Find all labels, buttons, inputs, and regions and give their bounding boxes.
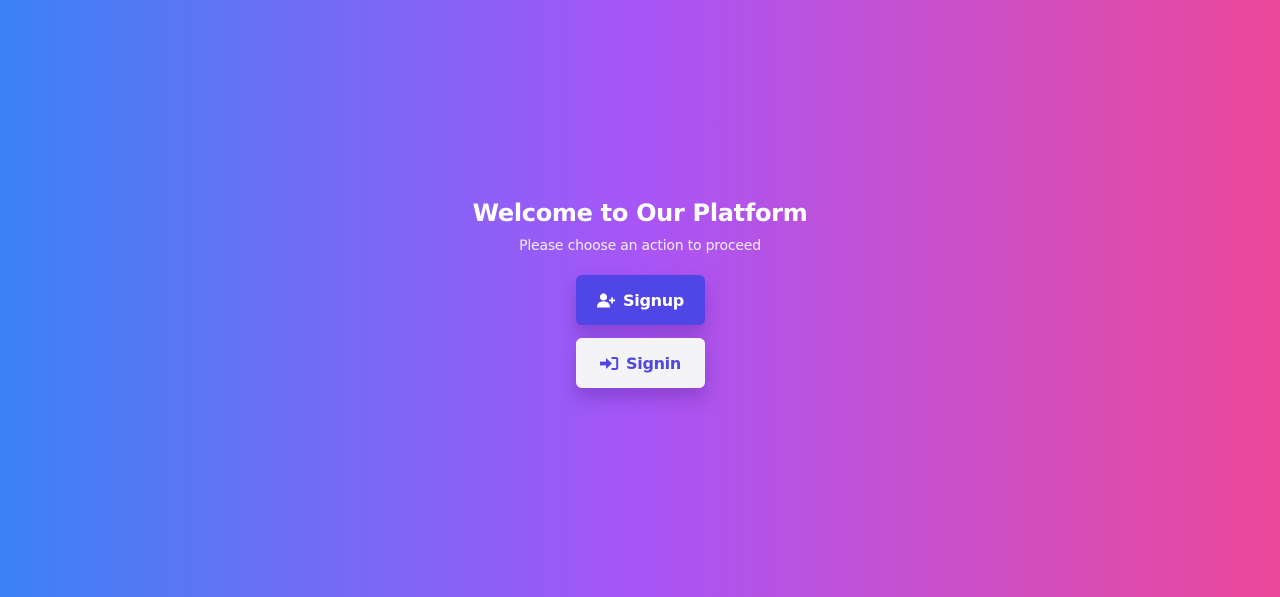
signin-button[interactable]: Signin — [575, 338, 705, 388]
page-title: Welcome to Our Platform — [472, 199, 808, 227]
sign-in-icon — [599, 355, 619, 371]
page-subtitle: Please choose an action to proceed — [519, 238, 761, 254]
welcome-container: Welcome to Our Platform Please choose an… — [0, 0, 1280, 597]
user-plus-icon — [596, 292, 616, 308]
signup-label: Signup — [623, 290, 684, 310]
signin-label: Signin — [626, 353, 681, 373]
signup-button[interactable]: Signup — [575, 275, 705, 325]
